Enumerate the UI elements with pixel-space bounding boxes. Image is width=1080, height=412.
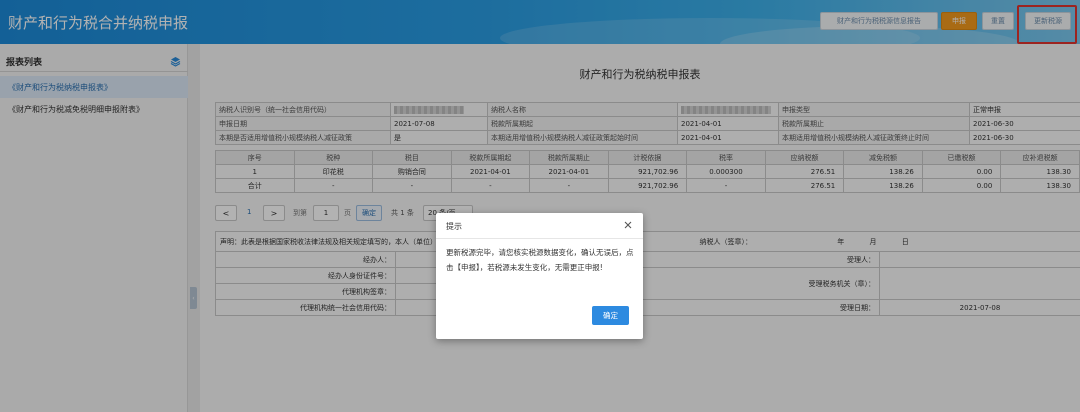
close-icon[interactable] bbox=[622, 219, 634, 231]
dialog-message: 更新税源完毕，请您核实税源数据变化，确认无误后，点击【申报】，若税源未发生变化，… bbox=[446, 248, 634, 272]
dialog-title: 提示 bbox=[446, 222, 462, 231]
dialog-ok-button[interactable]: 确定 bbox=[592, 306, 629, 325]
prompt-dialog: 提示 更新税源完毕，请您核实税源数据变化，确认无误后，点击【申报】，若税源未发生… bbox=[436, 213, 643, 339]
dialog-divider bbox=[436, 238, 643, 239]
modal-overlay[interactable] bbox=[0, 0, 1080, 412]
